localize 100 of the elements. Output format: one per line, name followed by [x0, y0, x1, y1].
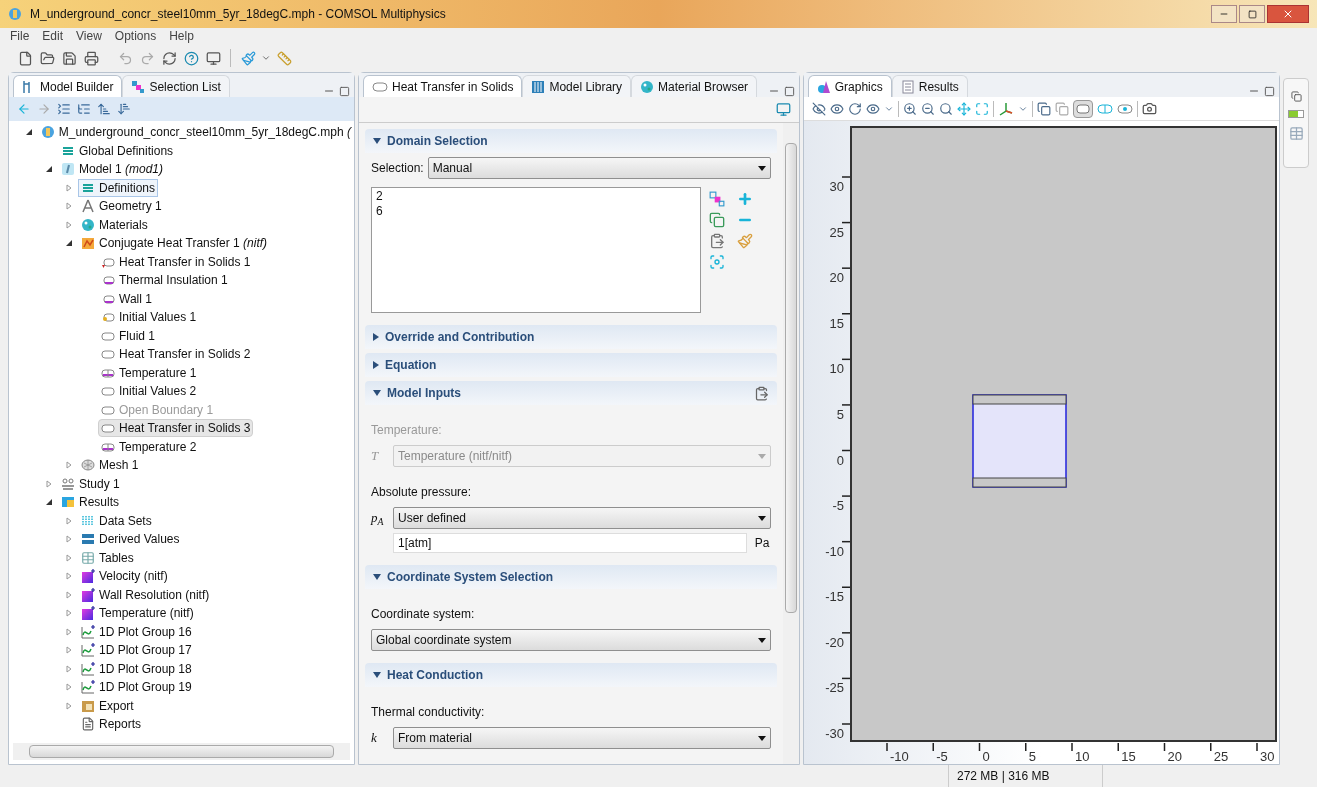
select-list-icon[interactable]	[1054, 101, 1069, 116]
collapse-toggle-icon[interactable]	[45, 165, 53, 174]
show-list-icon[interactable]	[77, 102, 91, 116]
collapse-toggle-icon[interactable]	[25, 128, 33, 137]
menu-item[interactable]: Edit	[42, 27, 64, 45]
dropdown[interactable]: From material	[393, 727, 771, 749]
camera-icon[interactable]	[1141, 101, 1157, 116]
expand-toggle-icon[interactable]	[65, 664, 73, 673]
expand-toggle-icon[interactable]	[65, 646, 73, 655]
expand-toggle-icon[interactable]	[65, 516, 73, 525]
restore-icon[interactable]	[1290, 91, 1302, 102]
tree-item[interactable]: Conjugate Heat Transfer 1 (nitf)	[78, 234, 271, 253]
expand-toggle-icon[interactable]	[65, 701, 73, 710]
open-folder-icon[interactable]	[38, 49, 56, 67]
progress-icon[interactable]	[1288, 110, 1305, 118]
tree-item[interactable]: Mesh 1	[78, 456, 142, 475]
horizontal-scrollbar[interactable]	[13, 743, 350, 760]
tree-item[interactable]: M_underground_concr_steel10mm_5yr_18degC.mph (	[37, 123, 354, 142]
tree-item[interactable]: Heat Transfer in Solids 1	[98, 252, 254, 271]
tree-item[interactable]: Velocity (nitf)	[78, 567, 171, 586]
expand-toggle-icon[interactable]	[65, 683, 73, 692]
expand-toggle-icon[interactable]	[65, 202, 73, 211]
tree-item[interactable]: 1D Plot Group 17	[78, 641, 195, 660]
select-objects-icon[interactable]	[1036, 101, 1051, 116]
add-icon[interactable]	[737, 191, 753, 207]
maximize-icon[interactable]	[339, 85, 350, 97]
dropdown[interactable]: Global coordinate system	[371, 629, 771, 651]
zoom-selection-icon[interactable]	[709, 254, 725, 270]
print-icon[interactable]	[82, 49, 100, 67]
save-icon[interactable]	[60, 49, 78, 67]
ruler-icon[interactable]	[275, 49, 293, 67]
expand-toggle-icon[interactable]	[45, 479, 53, 488]
expand-toggle-icon[interactable]	[65, 535, 73, 544]
panel-tab[interactable]: Heat Transfer in Solids	[363, 75, 523, 97]
paste-icon[interactable]	[709, 233, 725, 249]
tree-item[interactable]: 1D Plot Group 19	[78, 678, 195, 697]
menu-item[interactable]: Help	[169, 27, 194, 45]
view-icon[interactable]	[865, 101, 880, 116]
copy-icon[interactable]	[709, 212, 725, 228]
input-field[interactable]: 1[atm]	[393, 533, 747, 553]
minimize-button[interactable]	[1211, 5, 1237, 23]
tree-item[interactable]: Wall Resolution (nitf)	[78, 585, 213, 604]
expand-toggle-icon[interactable]	[65, 609, 73, 618]
expand-toggle-icon[interactable]	[65, 461, 73, 470]
monitor-icon[interactable]	[204, 49, 222, 67]
dropdown[interactable]: User defined	[393, 507, 771, 529]
section-header[interactable]: Heat Conduction	[365, 663, 777, 687]
expand-toggle-icon[interactable]	[65, 220, 73, 229]
section-header[interactable]: Coordinate System Selection	[365, 565, 777, 589]
tree-item[interactable]: Temperature 2	[98, 437, 200, 456]
edit-inputs-icon[interactable]	[753, 385, 769, 401]
tree-item[interactable]: Heat Transfer in Solids 3	[98, 419, 254, 438]
expand-toggle-icon[interactable]	[65, 627, 73, 636]
help-icon[interactable]	[775, 102, 791, 117]
tree-item[interactable]: Study 1	[58, 474, 123, 493]
eye-icon[interactable]	[829, 101, 844, 116]
tree-item[interactable]: Data Sets	[78, 511, 155, 530]
tree-item[interactable]: Derived Values	[78, 530, 183, 549]
rotate-icon[interactable]	[847, 101, 862, 116]
axes-icon[interactable]	[997, 100, 1014, 117]
hide-icon[interactable]	[811, 101, 826, 116]
caret-icon[interactable]	[261, 53, 271, 63]
select-domains-button[interactable]	[1072, 99, 1093, 118]
maximize-button[interactable]	[1239, 5, 1265, 23]
maximize-icon[interactable]	[783, 85, 795, 97]
tree-item[interactable]: Initial Values 2	[98, 382, 200, 401]
expand-toggle-icon[interactable]	[65, 572, 73, 581]
zoom-extents-icon[interactable]	[974, 101, 989, 116]
collapse-list-icon[interactable]	[57, 102, 71, 116]
dropdown[interactable]: Manual	[427, 157, 771, 179]
panel-tab[interactable]: Material Browser	[631, 75, 758, 97]
select-points-icon[interactable]	[1116, 102, 1133, 115]
zoom-box-icon[interactable]	[938, 101, 953, 116]
maximize-icon[interactable]	[1264, 85, 1276, 97]
list-item[interactable]: 2	[376, 189, 696, 204]
section-header[interactable]: Override and Contribution	[365, 325, 777, 349]
tree-item[interactable]: Materials	[78, 215, 151, 234]
tree-item[interactable]: Definitions	[78, 178, 159, 197]
section-header[interactable]: Domain Selection	[365, 129, 777, 153]
panel-tab[interactable]: Results	[891, 75, 968, 97]
tree-item[interactable]: Temperature 1	[98, 363, 200, 382]
expand-toggle-icon[interactable]	[65, 553, 73, 562]
panel-tab[interactable]: Graphics	[807, 75, 892, 97]
brush-icon[interactable]	[239, 49, 257, 67]
tree-item[interactable]: Global Definitions	[58, 141, 177, 160]
zoom-in-icon[interactable]	[902, 101, 917, 116]
selection-icon[interactable]	[709, 191, 725, 207]
zoom-out-icon[interactable]	[920, 101, 935, 116]
menu-item[interactable]: File	[10, 27, 30, 45]
panel-tab[interactable]: Selection List	[122, 75, 230, 97]
tree-item[interactable]: Initial Values 1	[98, 308, 200, 327]
tree-item[interactable]: Tables	[78, 548, 137, 567]
refresh-icon[interactable]	[160, 49, 178, 67]
section-header[interactable]: Equation	[365, 353, 777, 377]
tree-item[interactable]: Geometry 1	[78, 197, 165, 216]
zoom-selection-icon[interactable]	[956, 101, 971, 116]
close-button[interactable]	[1267, 5, 1309, 23]
move-down-icon[interactable]	[117, 102, 131, 116]
tree-item[interactable]: Heat Transfer in Solids 2	[98, 345, 254, 364]
tree-item[interactable]: Reports	[78, 715, 145, 734]
